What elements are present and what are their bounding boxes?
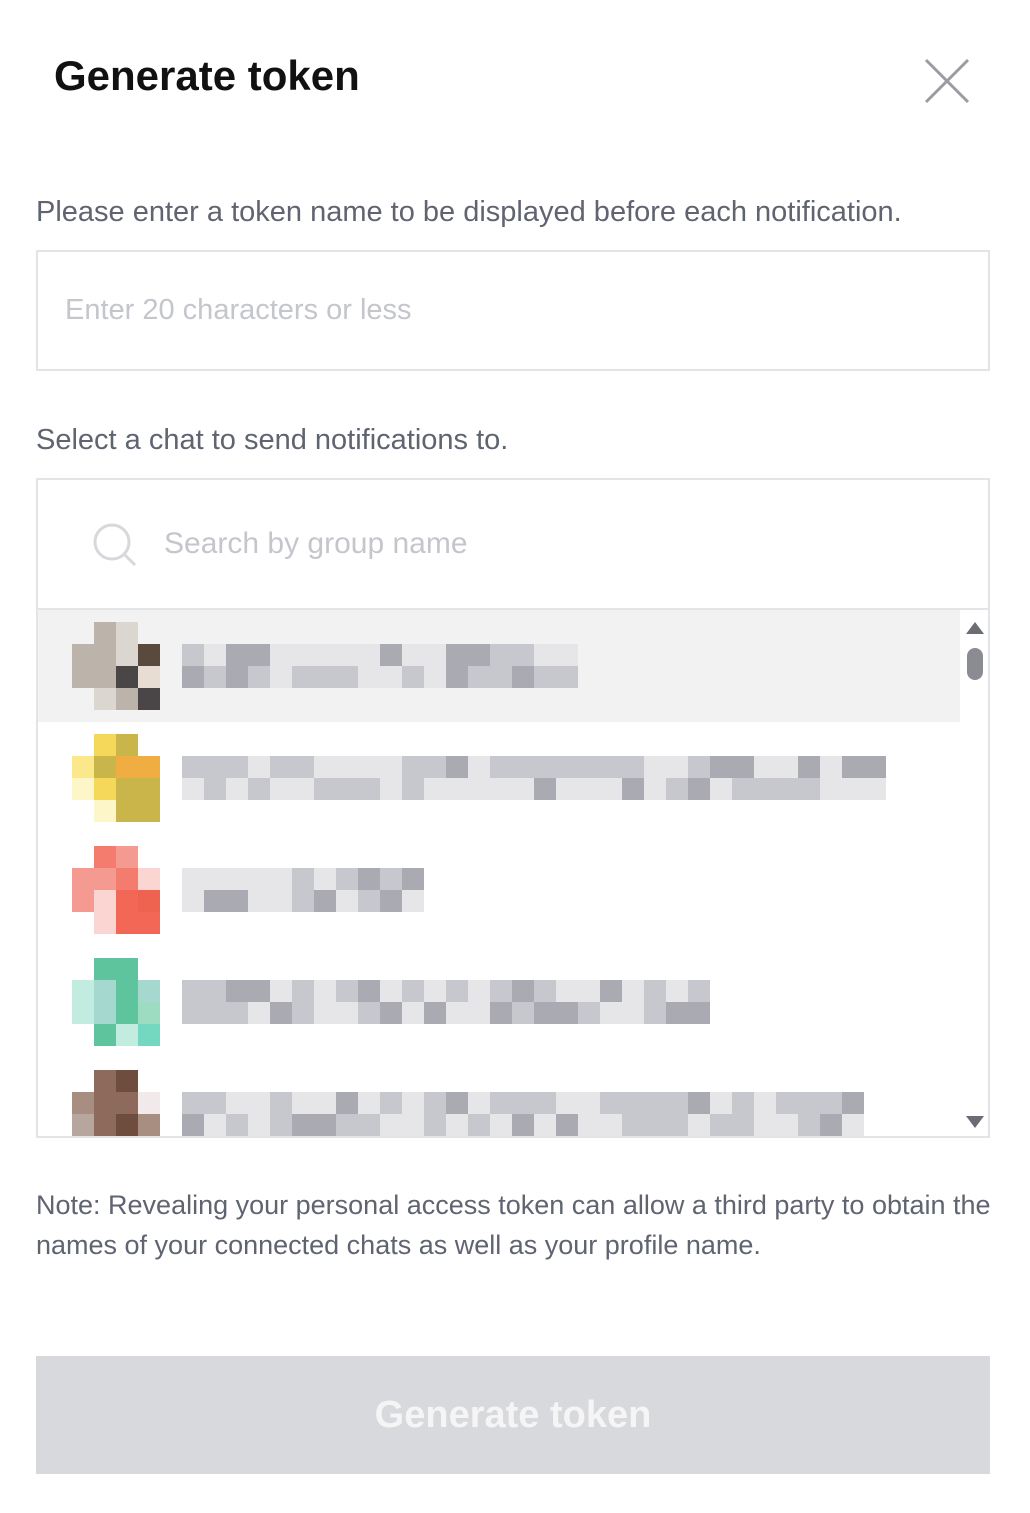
scroll-down-arrow-icon[interactable]: [966, 1116, 984, 1128]
chat-avatar: [72, 958, 160, 1046]
chat-list-item[interactable]: [38, 610, 960, 722]
token-name-input[interactable]: [36, 250, 990, 371]
chat-select-label: Select a chat to send notifications to.: [36, 424, 509, 456]
chat-list-item[interactable]: [38, 1058, 960, 1136]
chat-list-item[interactable]: [38, 946, 960, 1058]
search-input[interactable]: [164, 514, 944, 574]
scrollbar-thumb[interactable]: [967, 648, 983, 680]
chat-avatar: [72, 622, 160, 710]
chat-list-box: [36, 478, 990, 1138]
chat-name-redacted: [182, 868, 424, 912]
chat-name-redacted: [182, 980, 710, 1024]
privacy-note: Note: Revealing your personal access tok…: [36, 1190, 991, 1260]
chat-name-redacted: [182, 644, 578, 688]
chat-list-item[interactable]: [38, 834, 960, 946]
dialog-title: Generate token: [54, 52, 360, 99]
scrollbar[interactable]: [962, 610, 988, 1136]
search-row: [38, 480, 988, 610]
chat-avatar: [72, 846, 160, 934]
chat-avatar: [72, 734, 160, 822]
generate-token-button[interactable]: Generate token: [36, 1356, 990, 1474]
search-icon: [93, 523, 137, 567]
chat-list-item[interactable]: [38, 722, 960, 834]
chat-name-redacted: [182, 1092, 864, 1136]
chat-list: [38, 610, 960, 1136]
scroll-up-arrow-icon[interactable]: [966, 622, 984, 634]
token-name-label: Please enter a token name to be displaye…: [36, 196, 902, 228]
chat-name-redacted: [182, 756, 886, 800]
close-icon[interactable]: [920, 54, 974, 108]
chat-avatar: [72, 1070, 160, 1136]
